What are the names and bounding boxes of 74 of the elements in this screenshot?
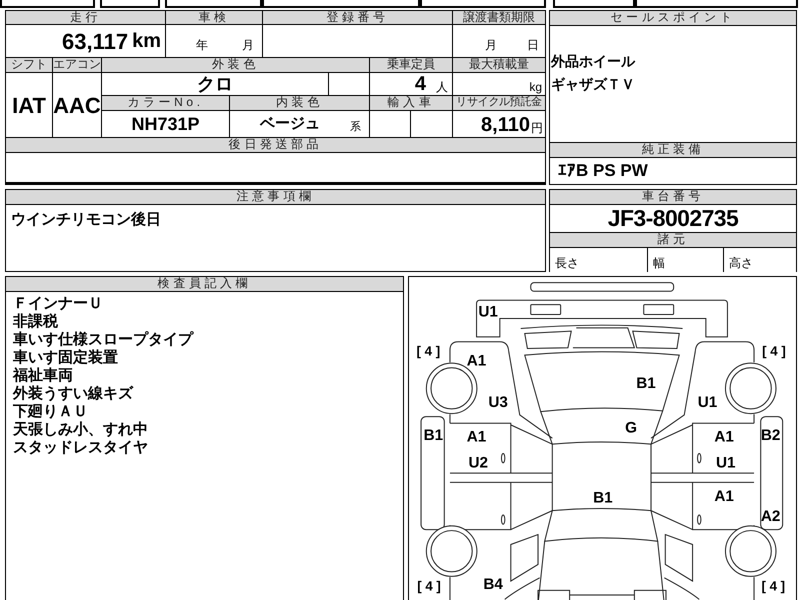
- column-header: 最大積載量: [453, 58, 545, 72]
- inspector-note: 天張しみ小、すれ中: [13, 421, 149, 439]
- aircon-value: AAC: [53, 73, 101, 137]
- damage-code: A1: [714, 428, 734, 446]
- column-header: 諸元: [550, 233, 796, 247]
- spec-label: 幅: [648, 248, 723, 272]
- damage-code: G: [625, 420, 638, 437]
- equipment-value: ｴｱB PS PW: [550, 158, 796, 184]
- column-header: リサイクル預託金: [453, 96, 545, 110]
- damage-code: B2: [760, 427, 780, 444]
- color-number-value: NH731P: [102, 111, 229, 137]
- chassis-number: JF3-8002735: [550, 205, 796, 232]
- unit-label: km: [132, 29, 161, 54]
- damage-code: U3: [488, 394, 508, 411]
- unit-label: 月: [242, 37, 254, 54]
- mileage-value: 63,117: [62, 28, 128, 56]
- column-header: 車検: [166, 11, 262, 24]
- column-header: 走行: [6, 11, 165, 24]
- column-header: セールスポイント: [550, 11, 796, 25]
- recycle-fee-value: 8,110: [481, 113, 530, 137]
- tire-tread-rating: [ 4 ]: [416, 343, 440, 358]
- unit-label: 日: [527, 37, 539, 54]
- column-header: 内装色: [230, 96, 369, 110]
- damage-code: U1: [478, 303, 498, 320]
- damage-code: B4: [483, 576, 503, 593]
- spec-label: 高さ: [724, 248, 796, 272]
- exterior-color-value: クロ: [102, 73, 328, 95]
- damage-code: U2: [468, 454, 488, 472]
- column-header: エアコン: [53, 58, 101, 72]
- column-header: カラーNo.: [102, 96, 229, 110]
- damage-code: B1: [593, 490, 613, 506]
- inspector-note: 車いす固定装置: [13, 349, 119, 367]
- capacity-value: 4: [414, 73, 426, 95]
- damage-code: A2: [760, 508, 780, 525]
- tire-tread-rating: [ 4 ]: [762, 578, 786, 594]
- column-header: 注意事項欄: [6, 190, 545, 204]
- inspector-note: 車いす仕様スロープタイプ: [13, 331, 195, 349]
- tire-tread-rating: [ 4 ]: [762, 343, 786, 358]
- inspector-note: 非課税: [13, 313, 59, 331]
- column-header: 検査員記入欄: [6, 277, 403, 291]
- damage-code: U1: [716, 454, 736, 472]
- damage-code: B1: [636, 374, 656, 392]
- damage-code: B1: [424, 427, 444, 444]
- unit-label: 人: [436, 79, 448, 95]
- tire-tread-rating: [ 4 ]: [417, 578, 441, 594]
- damage-code: U1: [698, 394, 718, 411]
- note-text: ウインチリモコン後日: [11, 210, 162, 230]
- column-header: 譲渡書類期限: [453, 11, 545, 24]
- unit-label: kg: [529, 79, 542, 95]
- column-header: 純正装備: [550, 143, 796, 157]
- damage-code: A1: [714, 488, 734, 505]
- sale-point-text: ギャザズＴＶ: [551, 75, 636, 94]
- column-header: シフト: [6, 58, 52, 72]
- column-header: 外装色: [102, 58, 369, 72]
- inspector-note: 福祉車両: [13, 367, 74, 385]
- inspector-note: ＦインナーＵ: [13, 295, 104, 313]
- damage-code: A1: [466, 352, 486, 370]
- inspector-note: 下廻りＡＵ: [13, 403, 89, 421]
- spec-label: 長さ: [550, 248, 647, 272]
- unit-label: 円: [531, 120, 543, 137]
- inspector-note: 外装うすい線キズ: [13, 385, 134, 403]
- unit-label: 系: [350, 120, 361, 135]
- column-header: 車台番号: [550, 190, 796, 204]
- column-header: 輸入車: [370, 96, 452, 110]
- inspector-note: スタッドレスタイヤ: [13, 439, 149, 457]
- damage-code: A1: [466, 428, 486, 446]
- column-header: 登録番号: [263, 11, 452, 24]
- column-header: 後日発送部品: [6, 138, 545, 152]
- column-header: 乗車定員: [370, 58, 452, 72]
- interior-color-value: ベージュ: [260, 114, 320, 134]
- unit-label: 月: [485, 37, 497, 54]
- sale-point-text: 外品ホイール: [551, 52, 636, 71]
- shift-value: IAT: [6, 73, 52, 137]
- unit-label: 年: [196, 37, 208, 54]
